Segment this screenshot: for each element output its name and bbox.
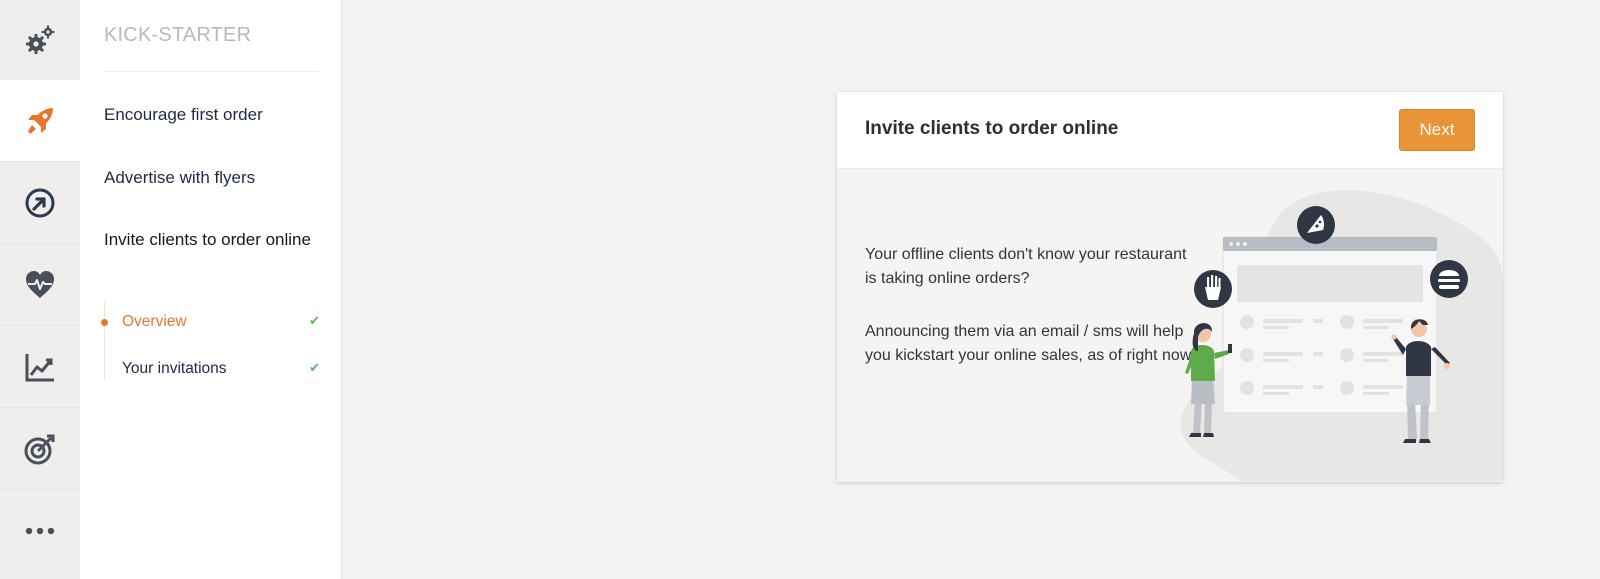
card-header: Invite clients to order online Next (837, 92, 1503, 169)
rail-item-goals[interactable] (0, 408, 80, 490)
divider (104, 71, 318, 72)
rail-item-analytics[interactable] (0, 326, 80, 408)
check-icon: ✔ (309, 360, 320, 375)
rail-item-more[interactable] (0, 490, 80, 572)
next-button[interactable]: Next (1399, 109, 1475, 151)
nav-link-encourage-first-order[interactable]: Encourage first order (104, 101, 318, 128)
heartbeat-icon (26, 270, 54, 298)
subnav-panel: KICK-STARTER Encourage first order Adver… (80, 0, 342, 579)
target-icon (24, 434, 55, 464)
step-label: Overview (122, 313, 187, 330)
burger-icon (1430, 260, 1468, 298)
card-paragraph-intro: Your offline clients don't know your res… (865, 246, 1187, 287)
rail-item-growth[interactable] (0, 162, 80, 244)
rail-item-kickstarter[interactable] (0, 80, 80, 162)
card-paragraph-announce: Announcing them via an email / sms will … (865, 323, 1195, 364)
check-icon: ✔ (309, 313, 320, 328)
more-icon (25, 527, 55, 535)
fries-icon (1194, 270, 1232, 308)
rail-item-settings[interactable] (0, 0, 80, 82)
card-title: Invite clients to order online (865, 118, 1119, 139)
invite-card: Invite clients to order online Next Your… (837, 92, 1503, 482)
subnav-title: KICK-STARTER (104, 24, 252, 46)
step-label: Your invitations (122, 360, 227, 377)
nav-link-advertise-flyers[interactable]: Advertise with flyers (104, 164, 318, 191)
step-overview[interactable]: Overview ✔ (122, 313, 320, 331)
nav-link-invite-clients[interactable]: Invite clients to order online (104, 226, 318, 253)
pizza-icon (1297, 206, 1335, 244)
arrow-circle-icon (25, 188, 55, 217)
illustration-online-ordering (1180, 190, 1503, 481)
icon-rail (0, 0, 80, 579)
active-step-dot (101, 319, 108, 326)
step-your-invitations[interactable]: Your invitations ✔ (122, 360, 320, 378)
steps-rule (104, 302, 105, 380)
rocket-icon (28, 107, 53, 134)
rail-item-health[interactable] (0, 244, 80, 326)
gears-icon (26, 25, 55, 54)
chart-line-icon (25, 353, 54, 381)
